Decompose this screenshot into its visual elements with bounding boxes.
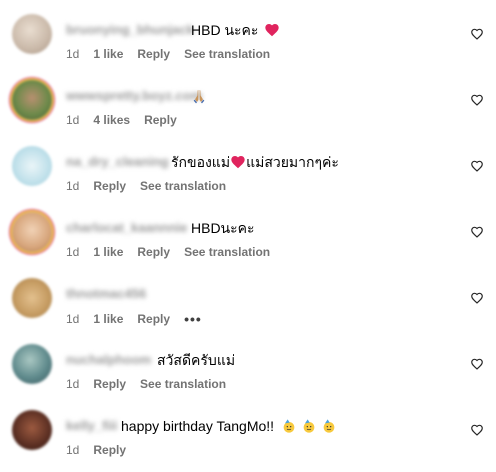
see-translation-button[interactable]: See translation: [184, 245, 270, 259]
comment-text: [191, 87, 207, 105]
avatar[interactable]: [12, 14, 52, 54]
comment-item: wwwspretty.boyz.com 1d 4 likes Reply: [0, 66, 496, 132]
comment-text: happy birthday TangMo!!: [121, 417, 337, 435]
comment-username[interactable]: kelly_fiii: [66, 418, 117, 433]
comment-text: HBD นะคะ: [191, 21, 280, 39]
comment-text: สวัสดีครับแม่: [157, 352, 236, 368]
heart-outline-icon[interactable]: [470, 225, 484, 239]
red-heart-icon: [231, 156, 245, 169]
comment-username[interactable]: nuchalphoom: [66, 352, 151, 367]
comment-item: nuchalphoom สวัสดีครับแม่ 1d Reply See t…: [0, 330, 496, 396]
comment-text-body: HBD นะคะ: [191, 22, 259, 38]
comment-meta: 1d 1 like Reply See translation: [66, 245, 284, 259]
red-heart-icon: [265, 24, 279, 37]
comment-text: HBDนะคะ: [191, 220, 255, 236]
comment-username[interactable]: charlocat_kaannnie: [66, 220, 187, 235]
comment-username[interactable]: bruonying_bhunjack: [66, 22, 194, 37]
comment-text-before: รักของแม่: [171, 154, 231, 170]
like-count[interactable]: 4 likes: [93, 113, 130, 127]
avatar[interactable]: [12, 146, 52, 186]
comment-time: 1d: [66, 245, 80, 259]
heart-outline-icon[interactable]: [470, 357, 484, 371]
comment-meta: 1d Reply See translation: [66, 377, 240, 391]
see-translation-button[interactable]: See translation: [140, 179, 226, 193]
comment-item: kelly_fiii happy birthday TangMo!! 1d Re…: [0, 396, 496, 462]
comment-item: bruonying_bhunjack HBD นะคะ 1d 1 like Re…: [0, 0, 496, 66]
avatar[interactable]: [12, 212, 52, 252]
heart-outline-icon[interactable]: [470, 159, 484, 173]
avatar[interactable]: [12, 410, 52, 450]
heart-outline-icon[interactable]: [470, 27, 484, 41]
comment-text-body: happy birthday TangMo!!: [121, 418, 275, 434]
more-options-icon[interactable]: •••: [184, 311, 202, 327]
comment-username[interactable]: wwwspretty.boyz.com: [66, 88, 202, 103]
comment-item: na_dry_cleaning รักของแม่ แม่สวยมากๆค่ะ 1…: [0, 132, 496, 198]
face-with-party-hat-icon: [303, 419, 315, 433]
avatar[interactable]: [12, 278, 52, 318]
comment-time: 1d: [66, 47, 80, 61]
heart-outline-icon[interactable]: [470, 291, 484, 305]
praying-hands-icon: [193, 90, 205, 104]
reply-button[interactable]: Reply: [93, 443, 126, 457]
avatar[interactable]: [12, 344, 52, 384]
see-translation-button[interactable]: See translation: [184, 47, 270, 61]
comment-time: 1d: [66, 377, 80, 391]
comment-meta: 1d Reply See translation: [66, 179, 240, 193]
reply-button[interactable]: Reply: [137, 47, 170, 61]
see-translation-button[interactable]: See translation: [140, 377, 226, 391]
like-count[interactable]: 1 like: [93, 312, 123, 326]
face-with-party-hat-icon: [323, 419, 335, 433]
comment-item: charlocat_kaannnie HBDนะคะ 1d 1 like Rep…: [0, 198, 496, 264]
heart-outline-icon[interactable]: [470, 423, 484, 437]
comment-time: 1d: [66, 443, 80, 457]
comment-time: 1d: [66, 312, 80, 326]
reply-button[interactable]: Reply: [137, 245, 170, 259]
heart-outline-icon[interactable]: [470, 93, 484, 107]
comment-meta: 1d 1 like Reply See translation: [66, 47, 284, 61]
comment-item: thnotmac456 1d 1 like Reply •••: [0, 264, 496, 330]
avatar[interactable]: [12, 80, 52, 120]
like-count[interactable]: 1 like: [93, 245, 123, 259]
comment-text: รักของแม่ แม่สวยมากๆค่ะ: [171, 153, 339, 171]
comment-time: 1d: [66, 179, 80, 193]
comment-meta: 1d Reply: [66, 443, 140, 457]
reply-button[interactable]: Reply: [144, 113, 177, 127]
face-with-party-hat-icon: [283, 419, 295, 433]
comment-text-after: แม่สวยมากๆค่ะ: [246, 154, 339, 170]
comment-username[interactable]: na_dry_cleaning: [66, 154, 169, 169]
comment-username[interactable]: thnotmac456: [66, 286, 146, 301]
comment-time: 1d: [66, 113, 80, 127]
comment-meta: 1d 4 likes Reply: [66, 113, 191, 127]
reply-button[interactable]: Reply: [93, 179, 126, 193]
reply-button[interactable]: Reply: [137, 312, 170, 326]
comment-meta: 1d 1 like Reply •••: [66, 311, 216, 327]
reply-button[interactable]: Reply: [93, 377, 126, 391]
like-count[interactable]: 1 like: [93, 47, 123, 61]
